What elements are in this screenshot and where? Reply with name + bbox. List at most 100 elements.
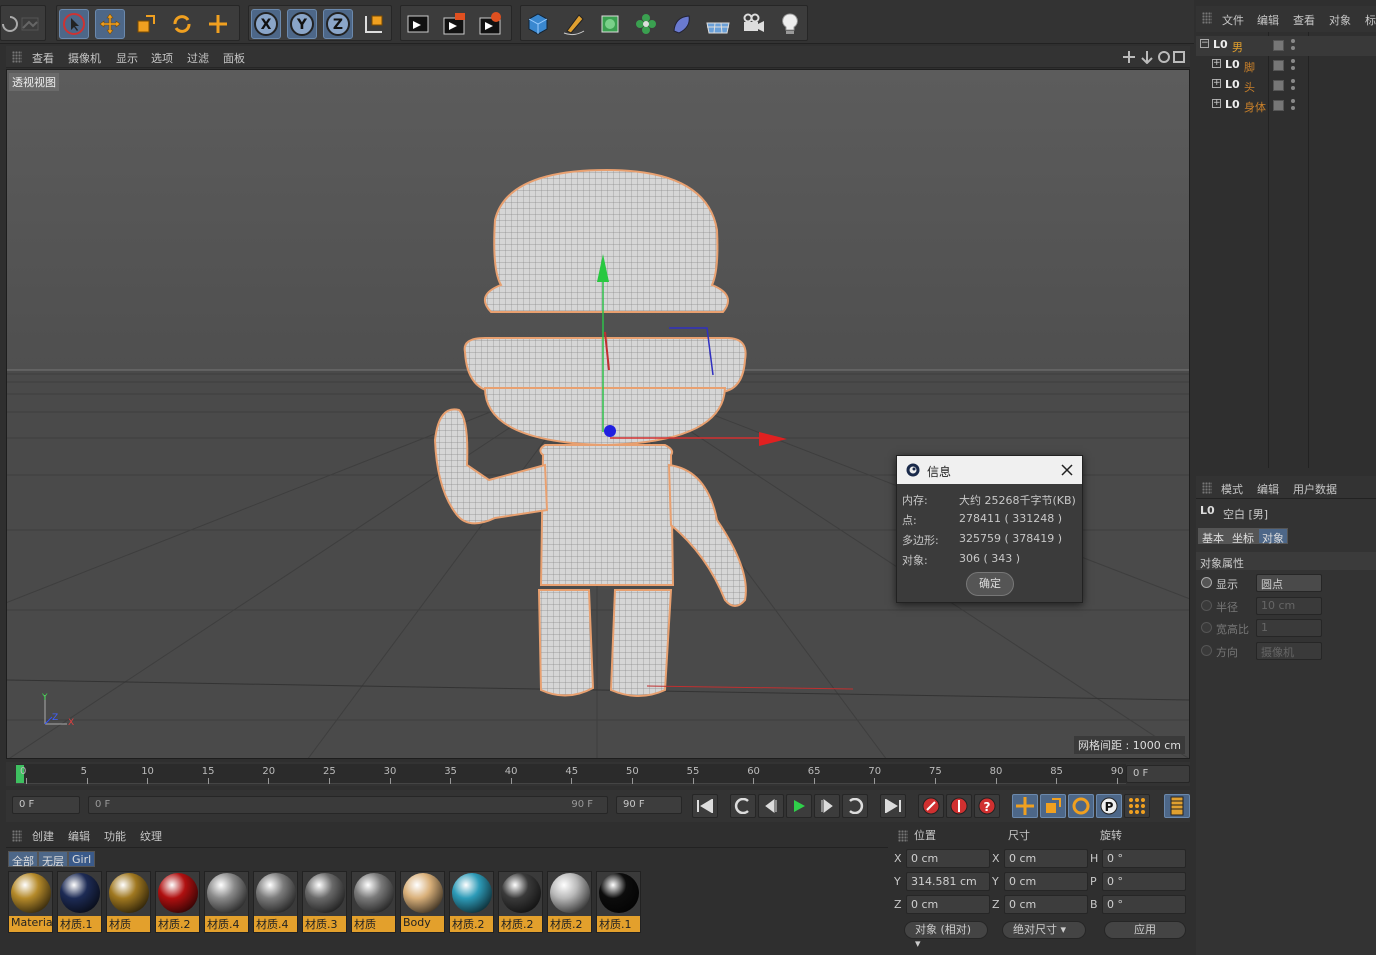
- floor-icon[interactable]: [703, 9, 733, 39]
- render-view-icon[interactable]: [403, 9, 433, 39]
- render-picture-viewer-icon[interactable]: [439, 9, 469, 39]
- next-key-icon[interactable]: [842, 794, 868, 818]
- grip-icon[interactable]: [1202, 12, 1212, 24]
- layer-icon[interactable]: [1273, 40, 1284, 51]
- material-swatch[interactable]: 材质.2: [498, 871, 543, 933]
- light-icon[interactable]: [775, 9, 805, 39]
- key-pla-icon[interactable]: [1124, 794, 1150, 818]
- next-frame-icon[interactable]: [814, 794, 840, 818]
- material-swatch[interactable]: 材质.2: [547, 871, 592, 933]
- previous-frame-icon[interactable]: [758, 794, 784, 818]
- object-row[interactable]: − L0 男: [1196, 36, 1376, 56]
- viewport-menu-camera[interactable]: 摄像机: [68, 50, 101, 66]
- pen-icon[interactable]: [559, 9, 589, 39]
- go-to-end-icon[interactable]: [880, 794, 906, 818]
- material-menu-create[interactable]: 创建: [32, 828, 54, 844]
- expand-toggle-icon[interactable]: −: [1200, 39, 1209, 48]
- material-swatch[interactable]: 材质.1: [596, 871, 641, 933]
- viewport-nav-icons[interactable]: [1122, 50, 1186, 64]
- object-menu-edit[interactable]: 编辑: [1257, 12, 1279, 28]
- deformer-icon[interactable]: [667, 9, 697, 39]
- viewport-menu-display[interactable]: 显示: [116, 50, 138, 66]
- x-axis-icon[interactable]: X: [251, 9, 281, 39]
- size-field[interactable]: 0 cm: [1004, 849, 1088, 868]
- object-row[interactable]: + L0 脚: [1196, 56, 1376, 76]
- timeline-ruler[interactable]: 0 5 10 15 20 25 30 35 40 45 50 55 60 65 70 75 80 85 90 0 F: [6, 762, 1190, 786]
- go-to-start-icon[interactable]: [692, 794, 718, 818]
- rot-field[interactable]: 0 °: [1102, 872, 1186, 891]
- material-swatch[interactable]: 材质: [106, 871, 151, 933]
- viewport-menu-panel[interactable]: 面板: [223, 50, 245, 66]
- render-settings-icon[interactable]: [475, 9, 505, 39]
- object-menu-file[interactable]: 文件: [1222, 12, 1244, 28]
- viewport-menu-filter[interactable]: 过滤: [187, 50, 209, 66]
- layer-icon[interactable]: [1273, 100, 1284, 111]
- apply-button[interactable]: 应用: [1104, 921, 1186, 939]
- object-name[interactable]: 头: [1244, 79, 1255, 95]
- layer-icon[interactable]: [1273, 80, 1284, 91]
- key-parameter-icon[interactable]: P: [1096, 794, 1122, 818]
- expand-toggle-icon[interactable]: +: [1212, 59, 1221, 68]
- material-swatch[interactable]: 材质.3: [302, 871, 347, 933]
- animate-radio-icon[interactable]: [1201, 577, 1212, 588]
- rotate-icon[interactable]: [167, 9, 197, 39]
- dialog-titlebar[interactable]: 信息: [897, 456, 1082, 484]
- animate-radio-icon[interactable]: [1201, 622, 1212, 633]
- material-swatch[interactable]: 材质.2: [155, 871, 200, 933]
- layer-icon[interactable]: [1273, 60, 1284, 71]
- scale-icon[interactable]: [131, 9, 161, 39]
- grip-icon[interactable]: [12, 51, 22, 63]
- attr-row-field[interactable]: 10 cm: [1256, 596, 1322, 615]
- attr-menu-user-data[interactable]: 用户数据: [1293, 481, 1337, 497]
- expand-toggle-icon[interactable]: +: [1212, 99, 1221, 108]
- material-menu-texture[interactable]: 纹理: [140, 828, 162, 844]
- render-visibility-dot-icon[interactable]: [1291, 106, 1295, 110]
- material-menu-function[interactable]: 功能: [104, 828, 126, 844]
- move-icon[interactable]: [95, 9, 125, 39]
- attr-tab-basic[interactable]: 基本: [1198, 528, 1228, 545]
- material-swatch[interactable]: 材质: [351, 871, 396, 933]
- material-swatch[interactable]: 材质.4: [253, 871, 298, 933]
- filter-tab-no-layer[interactable]: 无层: [38, 851, 68, 868]
- object-menu-view[interactable]: 查看: [1293, 12, 1315, 28]
- rot-field[interactable]: 0 °: [1102, 895, 1186, 914]
- object-menu-object[interactable]: 对象: [1329, 12, 1351, 28]
- grip-icon[interactable]: [1202, 482, 1212, 494]
- live-select-icon[interactable]: [203, 9, 233, 39]
- attr-tab-object[interactable]: 对象: [1258, 528, 1288, 545]
- coord-system-icon[interactable]: [359, 9, 389, 39]
- animate-radio-icon[interactable]: [1201, 599, 1212, 611]
- ok-button[interactable]: 确定: [966, 572, 1014, 596]
- subdivision-icon[interactable]: [595, 9, 625, 39]
- attr-tab-coord[interactable]: 坐标: [1228, 528, 1258, 545]
- expand-toggle-icon[interactable]: +: [1212, 79, 1221, 88]
- render-visibility-dot-icon[interactable]: [1291, 66, 1295, 70]
- end-frame-field[interactable]: 90 F: [616, 796, 682, 814]
- object-name[interactable]: 身体: [1244, 99, 1266, 115]
- material-swatch[interactable]: 材质.4: [204, 871, 249, 933]
- grip-icon[interactable]: [12, 830, 22, 842]
- attr-menu-edit[interactable]: 编辑: [1257, 481, 1279, 497]
- material-swatch[interactable]: Body: [400, 871, 445, 933]
- object-name[interactable]: 脚: [1244, 59, 1255, 75]
- rot-field[interactable]: 0 °: [1102, 849, 1186, 868]
- attr-menu-mode[interactable]: 模式: [1221, 481, 1243, 497]
- cube-icon[interactable]: [523, 9, 553, 39]
- size-mode-dropdown[interactable]: 绝对尺寸 ▾: [1002, 921, 1086, 939]
- help-key-icon[interactable]: ?: [974, 794, 1000, 818]
- pos-field[interactable]: 0 cm: [906, 895, 990, 914]
- timeline-window-icon[interactable]: [1164, 794, 1190, 818]
- filter-tab-all[interactable]: 全部: [8, 851, 38, 868]
- close-icon[interactable]: [1061, 464, 1073, 476]
- attr-row-field[interactable]: 圆点: [1256, 574, 1322, 592]
- attr-row-field[interactable]: 摄像机: [1256, 641, 1322, 660]
- record-keys-icon[interactable]: [918, 794, 944, 818]
- frame-range-slider[interactable]: 0 F 90 F: [88, 796, 608, 814]
- select-icon[interactable]: [59, 9, 89, 39]
- render-visibility-dot-icon[interactable]: [1291, 46, 1295, 50]
- object-menu-tags[interactable]: 标: [1365, 12, 1376, 28]
- filter-tab-girl[interactable]: Girl: [68, 851, 96, 867]
- auto-key-icon[interactable]: [946, 794, 972, 818]
- material-swatch[interactable]: Materia: [8, 871, 53, 933]
- render-visibility-dot-icon[interactable]: [1291, 86, 1295, 90]
